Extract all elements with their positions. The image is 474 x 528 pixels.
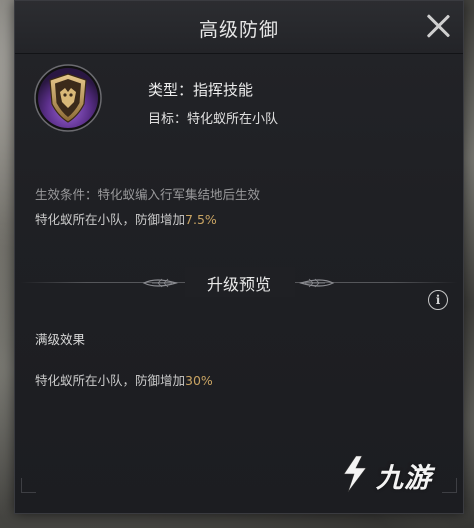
shield-emblem-icon — [34, 64, 102, 132]
dialog-title: 高级防御 — [198, 19, 279, 41]
current-effect: 特化蚁所在小队，防御增加7.5% — [35, 209, 217, 228]
upgrade-preview-title: 升级预览 — [206, 275, 271, 294]
corner-ornament-right — [442, 478, 457, 493]
corner-ornament-left — [21, 478, 36, 493]
skill-type: 类型：指挥技能 — [148, 81, 254, 99]
skill-target: 目标：特化蚁所在小队 — [148, 112, 279, 127]
max-level-effect: 特化蚁所在小队，防御增加30% — [35, 370, 213, 389]
max-effect-text: 特化蚁所在小队，防御增加 — [35, 373, 186, 388]
current-effect-value: 7.5% — [185, 212, 217, 227]
effect-condition: 生效条件：特化蚁编入行军集结地后生效 — [35, 187, 261, 202]
max-effect-value: 30% — [185, 373, 213, 388]
current-effect-text: 特化蚁所在小队，防御增加 — [35, 212, 186, 227]
close-icon[interactable] — [425, 13, 451, 39]
leaf-ornament-right-icon — [299, 278, 335, 288]
max-level-title: 满级效果 — [35, 332, 86, 347]
info-icon[interactable]: i — [428, 290, 448, 310]
skill-dialog: 高级防御 类型：指挥技能 目标：特化蚁所在小队 生效条件：特化蚁编入行军集结地后… — [14, 0, 464, 514]
watermark-text: 九游 — [376, 463, 432, 494]
title-bar: 高级防御 — [15, 1, 463, 54]
